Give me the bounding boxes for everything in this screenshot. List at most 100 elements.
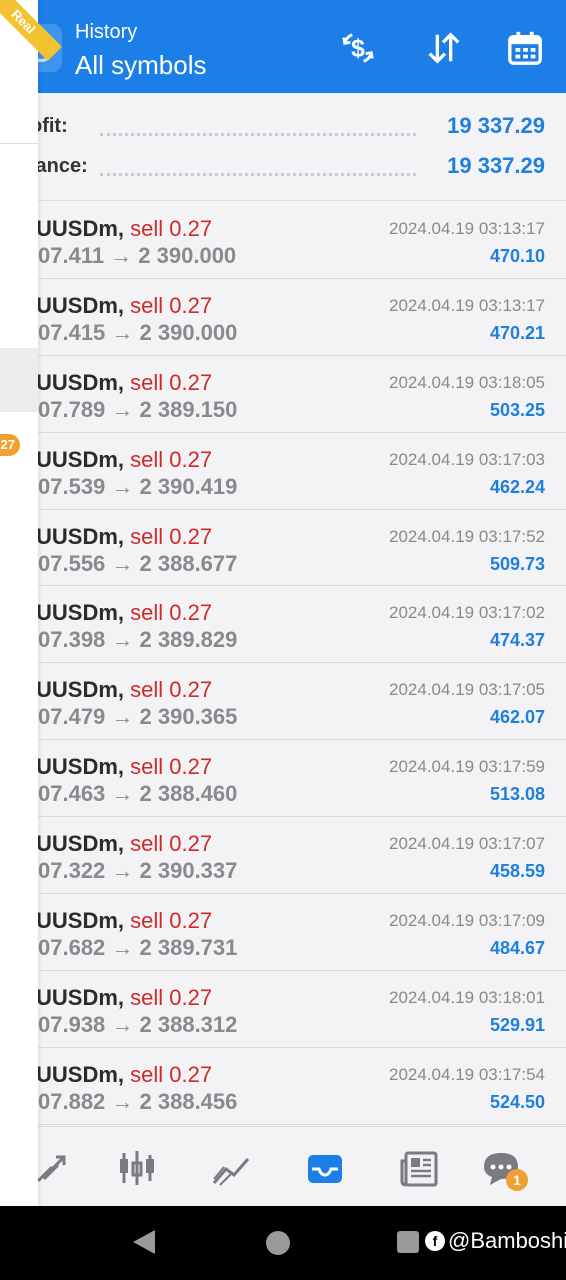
trade-symbol: UUSDm, sell 0.27 [36, 908, 212, 934]
trade-profit: 474.37 [489, 630, 545, 651]
trade-profit: 503.25 [489, 399, 545, 420]
trade-side: sell 0.27 [130, 754, 213, 780]
trade-row[interactable]: UUSDm, sell 0.27 07.322 → 2 390.337 2024.0… [0, 817, 566, 895]
trade-prices: 07.539 → 2 390.419 [38, 473, 238, 499]
trade-prices: 07.463 → 2 388.460 [38, 781, 238, 807]
nav-chart[interactable] [114, 1145, 160, 1191]
news-icon [400, 1151, 438, 1187]
trade-side: sell 0.27 [130, 984, 213, 1010]
trade-symbol: UUSDm, sell 0.27 [36, 524, 212, 550]
trade-side: sell 0.27 [130, 216, 213, 241]
home-icon[interactable] [266, 1231, 290, 1255]
side-drawer[interactable]: 27 Real [0, 0, 62, 1206]
back-icon[interactable] [133, 1230, 155, 1254]
trade-symbol: UUSDm, sell 0.27 [36, 216, 212, 242]
drawer-selected-item[interactable] [0, 348, 38, 412]
trade-prices: 07.415 → 2 390.000 [38, 319, 238, 345]
trade-row[interactable]: UUSDm, sell 0.27 07.479 → 2 390.365 2024.0… [0, 663, 566, 741]
trade-side: sell 0.27 [130, 523, 213, 549]
trade-time: 2024.04.19 03:17:07 [389, 834, 545, 854]
sort-arrows-icon [428, 32, 460, 64]
system-nav-bar: f @Bamboshi [0, 1206, 566, 1280]
trade-profit: 524.50 [489, 1091, 545, 1112]
nav-chat[interactable]: 1 [478, 1145, 528, 1191]
trade-profit: 509.73 [489, 553, 545, 574]
trade-symbol: UUSDm, sell 0.27 [36, 831, 212, 857]
trade-time: 2024.04.19 03:18:01 [389, 987, 545, 1007]
trade-prices: 07.682 → 2 389.731 [38, 935, 238, 961]
trade-time: 2024.04.19 03:17:09 [389, 911, 545, 931]
trade-prices: 07.322 → 2 390.337 [38, 858, 238, 884]
trade-row[interactable]: UUSDm, sell 0.27 07.938 → 2 388.312 2024.0… [0, 970, 566, 1048]
trade-symbol: UUSDm, sell 0.27 [36, 600, 212, 626]
app-root: History All symbols $ ofit: 19 337.29 la… [0, 0, 566, 1280]
symbol-name: UUSDm, [36, 1061, 125, 1087]
trade-row[interactable]: UUSDm, sell 0.27 07.539 → 2 390.419 2024.0… [0, 432, 566, 510]
trade-profit: 470.21 [489, 322, 545, 343]
trade-symbol: UUSDm, sell 0.27 [36, 370, 212, 396]
trade-row[interactable]: UUSDm, sell 0.27 07.556 → 2 388.677 2024.0… [0, 509, 566, 587]
header-bar: History All symbols $ [0, 0, 566, 93]
symbol-name: UUSDm, [36, 831, 125, 857]
sort-button[interactable] [424, 28, 464, 68]
trade-prices: 07.938 → 2 388.312 [38, 1011, 238, 1037]
history-inbox-icon [308, 1155, 342, 1183]
trade-symbol: UUSDm, sell 0.27 [36, 1062, 212, 1088]
trade-row[interactable]: UUSDm, sell 0.27 07.882 → 2 388.456 2024.0… [0, 1047, 566, 1125]
trade-row[interactable]: UUSDm, sell 0.27 07.682 → 2 389.731 2024.0… [0, 894, 566, 971]
trade-symbol: UUSDm, sell 0.27 [36, 677, 212, 703]
symbol-name: UUSDm, [36, 369, 125, 395]
trade-profit: 513.08 [489, 784, 545, 805]
facebook-icon: f [425, 1231, 445, 1251]
balance-row: lance: 19 337.29 [0, 147, 566, 187]
symbol-name: UUSDm, [36, 446, 125, 472]
trade-side: sell 0.27 [130, 369, 213, 395]
trade-profit: 470.10 [489, 246, 545, 266]
trend-chart-icon [212, 1158, 250, 1186]
calendar-icon [508, 31, 542, 65]
bottom-navigation: 1 [0, 1126, 566, 1206]
trade-prices: 07.882 → 2 388.456 [38, 1088, 238, 1114]
trade-prices: 07.398 → 2 389.829 [38, 627, 238, 653]
candlestick-chart-icon [120, 1151, 154, 1185]
svg-text:$: $ [351, 36, 365, 63]
summary-panel: ofit: 19 337.29 lance: 19 337.29 [0, 93, 566, 201]
balance-value: 19 337.29 [447, 153, 545, 178]
date-range-button[interactable] [505, 28, 545, 68]
recent-apps-icon[interactable] [397, 1231, 419, 1253]
trade-side: sell 0.27 [130, 292, 213, 318]
trade-prices: 07.789 → 2 389.150 [38, 396, 238, 422]
header-title[interactable]: All symbols [75, 50, 206, 81]
symbol-name: UUSDm, [36, 754, 125, 780]
trade-time: 2024.04.19 03:13:17 [389, 295, 545, 315]
trade-time: 2024.04.19 03:17:02 [389, 603, 545, 623]
nav-trend[interactable] [208, 1145, 254, 1191]
drawer-divider [0, 143, 38, 144]
trade-row[interactable]: UUSDm, sell 0.27 07.415 → 2 390.000 2024.0… [0, 278, 566, 356]
trade-row[interactable]: UUSDm, sell 0.27 07.789 → 2 389.150 2024.0… [0, 355, 566, 433]
trade-profit: 529.91 [489, 1014, 545, 1035]
drawer-count-badge: 27 [0, 434, 20, 456]
trade-side: sell 0.27 [130, 908, 213, 934]
profit-row: ofit: 19 337.29 [0, 107, 566, 147]
trade-symbol: UUSDm, sell 0.27 [36, 754, 212, 780]
trade-profit: 462.07 [489, 707, 545, 728]
symbol-name: UUSDm, [36, 600, 125, 626]
dotted-leader [100, 173, 416, 176]
trade-side: sell 0.27 [130, 831, 213, 857]
trade-profit: 462.24 [489, 476, 545, 497]
trade-side: sell 0.27 [130, 677, 213, 703]
trade-row[interactable]: UUSDm, sell 0.27 07.398 → 2 389.829 2024.0… [0, 586, 566, 664]
trade-row[interactable]: UUSDm, sell 0.27 07.463 → 2 388.460 2024.0… [0, 740, 566, 818]
watermark-text: @Bamboshi [448, 1228, 566, 1253]
nav-news[interactable] [396, 1145, 442, 1191]
trade-row[interactable]: UUSDm, sell 0.27 07.411 → 2 390.000 2024.0… [0, 202, 566, 279]
trade-time: 2024.04.19 03:17:59 [389, 757, 545, 777]
balance-label: lance: [30, 155, 88, 177]
symbol-name: UUSDm, [36, 677, 125, 703]
trade-symbol: UUSDm, sell 0.27 [36, 447, 212, 473]
trade-prices: 07.411 → 2 390.000 [38, 243, 237, 268]
nav-history[interactable] [302, 1145, 348, 1191]
dollar-refresh-icon: $ [342, 33, 374, 63]
deposit-withdraw-button[interactable]: $ [338, 28, 378, 68]
